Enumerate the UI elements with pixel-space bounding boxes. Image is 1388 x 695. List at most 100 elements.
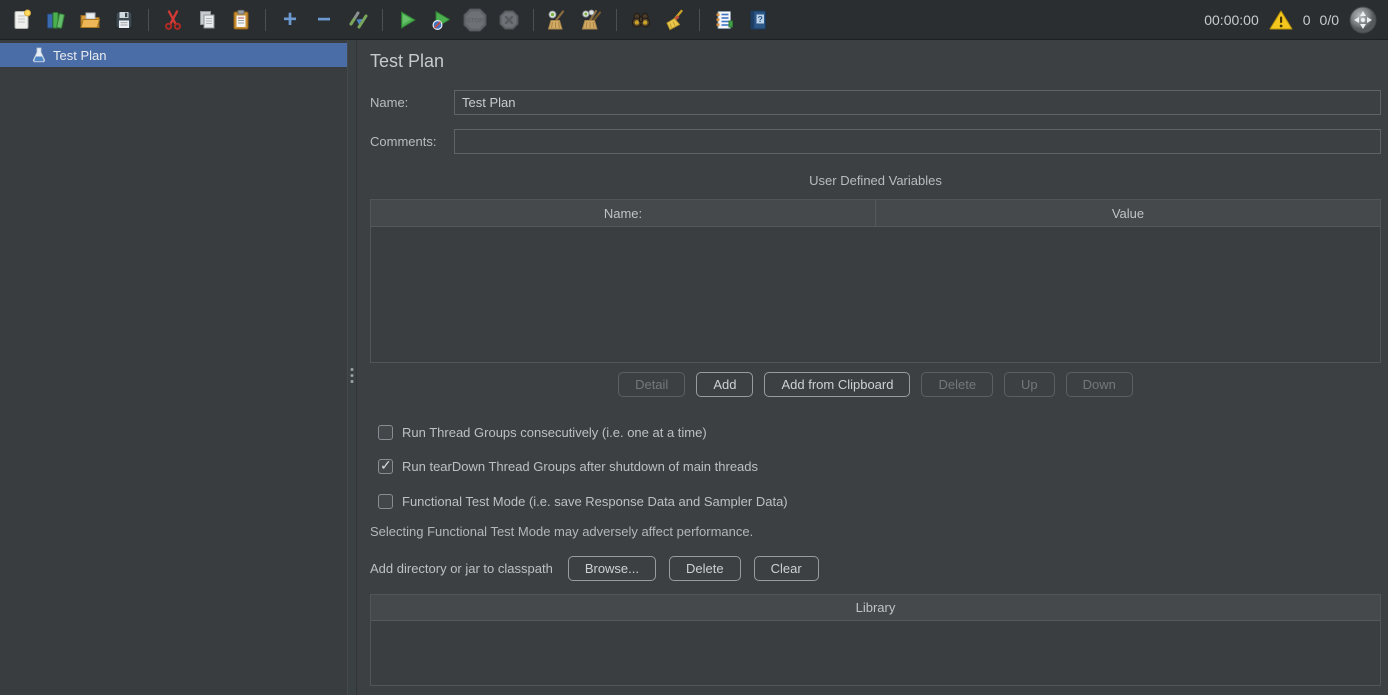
classpath-label: Add directory or jar to classpath [370, 561, 553, 576]
classpath-delete-button[interactable]: Delete [669, 556, 741, 581]
splitter-grip-icon[interactable] [351, 368, 354, 383]
copy-icon [195, 8, 219, 32]
table-header-row: Name: Value [371, 200, 1380, 227]
user-defined-variables-title: User Defined Variables [370, 173, 1381, 188]
stop-button[interactable]: STOP [459, 4, 491, 36]
clear-all-button[interactable] [576, 4, 608, 36]
add-button[interactable]: Add [696, 372, 753, 397]
open-icon [78, 8, 102, 32]
checkbox-icon[interactable] [378, 425, 393, 440]
column-header-value[interactable]: Value [875, 200, 1380, 226]
svg-text:?: ? [758, 13, 763, 23]
table-body-empty[interactable] [371, 227, 1380, 362]
tree-splitter[interactable] [347, 40, 357, 695]
save-icon [112, 8, 136, 32]
tree-item-test-plan[interactable]: Test Plan [0, 43, 347, 67]
checkbox-icon[interactable] [378, 459, 393, 474]
search-reset-button[interactable] [659, 4, 691, 36]
search-button[interactable] [625, 4, 657, 36]
copy-button[interactable] [191, 4, 223, 36]
new-icon [10, 8, 34, 32]
search-reset-icon [663, 8, 687, 32]
browse-button[interactable]: Browse... [568, 556, 656, 581]
templates-icon [44, 8, 68, 32]
content-area: Test Plan Test Plan Name: Comments: User… [0, 40, 1388, 695]
toolbar-separator [533, 9, 534, 31]
classpath-clear-button[interactable]: Clear [754, 556, 819, 581]
toolbar-separator [699, 9, 700, 31]
paste-icon [229, 8, 253, 32]
user-defined-variables-table: Name: Value [370, 199, 1381, 363]
run-indicator-icon [1348, 5, 1378, 35]
new-button[interactable] [6, 4, 38, 36]
comments-label: Comments: [370, 134, 454, 149]
page-title: Test Plan [370, 51, 444, 72]
down-button[interactable]: Down [1066, 372, 1133, 397]
classpath-row: Add directory or jar to classpath Browse… [370, 555, 819, 582]
expand-all-button[interactable] [274, 4, 306, 36]
clear-all-icon [580, 8, 604, 32]
clear-button[interactable] [542, 4, 574, 36]
toolbar: STOP [0, 0, 1388, 40]
checkbox-icon[interactable] [378, 494, 393, 509]
elapsed-time: 00:00:00 [1204, 12, 1259, 28]
name-input[interactable] [454, 90, 1381, 115]
help-button[interactable]: ? [742, 4, 774, 36]
templates-button[interactable] [40, 4, 72, 36]
add-from-clipboard-button[interactable]: Add from Clipboard [764, 372, 910, 397]
toggle-icon [346, 8, 370, 32]
shutdown-icon [497, 8, 521, 32]
test-plan-flask-icon [32, 47, 46, 63]
toolbar-separator [148, 9, 149, 31]
up-button[interactable]: Up [1004, 372, 1055, 397]
library-header[interactable]: Library [371, 595, 1380, 621]
paste-button[interactable] [225, 4, 257, 36]
collapse-all-button[interactable] [308, 4, 340, 36]
run-teardown-checkbox-row[interactable]: Run tearDown Thread Groups after shutdow… [378, 458, 758, 475]
clear-icon [546, 8, 570, 32]
run-consecutively-checkbox-row[interactable]: Run Thread Groups consecutively (i.e. on… [378, 424, 707, 441]
warning-indicator-icon[interactable] [1268, 8, 1294, 32]
toggle-button[interactable] [342, 4, 374, 36]
error-count: 0 [1303, 12, 1311, 28]
cut-icon [161, 8, 185, 32]
expand-all-icon [283, 8, 297, 32]
function-helper-icon [712, 8, 736, 32]
comments-input[interactable] [454, 129, 1381, 154]
toolbar-status-area: 00:00:00 0 0/0 [1204, 5, 1382, 35]
toolbar-separator [265, 9, 266, 31]
shutdown-button[interactable] [493, 4, 525, 36]
save-button[interactable] [108, 4, 140, 36]
tree-item-label: Test Plan [53, 48, 106, 63]
start-no-timers-icon [429, 8, 453, 32]
name-row: Name: [370, 89, 1381, 115]
detail-button[interactable]: Detail [618, 372, 685, 397]
search-icon [629, 8, 653, 32]
thread-counts: 0/0 [1320, 12, 1339, 28]
function-helper-button[interactable] [708, 4, 740, 36]
checkbox-label: Functional Test Mode (i.e. save Response… [402, 494, 788, 509]
functional-test-mode-checkbox-row[interactable]: Functional Test Mode (i.e. save Response… [378, 493, 788, 510]
delete-button[interactable]: Delete [921, 372, 993, 397]
comments-row: Comments: [370, 128, 1381, 154]
stop-icon: STOP [462, 7, 488, 33]
toolbar-separator [382, 9, 383, 31]
test-plan-tree: Test Plan [0, 40, 347, 695]
checkbox-label: Run tearDown Thread Groups after shutdow… [402, 459, 758, 474]
variables-button-row: Detail Add Add from Clipboard Delete Up … [370, 371, 1381, 397]
checkbox-label: Run Thread Groups consecutively (i.e. on… [402, 425, 707, 440]
cut-button[interactable] [157, 4, 189, 36]
start-no-timers-button[interactable] [425, 4, 457, 36]
collapse-all-icon [317, 8, 331, 32]
start-icon [395, 8, 419, 32]
functional-mode-note: Selecting Functional Test Mode may adver… [370, 524, 753, 539]
library-table: Library [370, 594, 1381, 686]
toolbar-separator [616, 9, 617, 31]
test-plan-panel: Test Plan Name: Comments: User Defined V… [357, 40, 1388, 695]
help-icon: ? [746, 8, 770, 32]
column-header-name[interactable]: Name: [371, 200, 875, 226]
open-button[interactable] [74, 4, 106, 36]
name-label: Name: [370, 95, 454, 110]
start-button[interactable] [391, 4, 423, 36]
svg-text:STOP: STOP [467, 18, 483, 24]
